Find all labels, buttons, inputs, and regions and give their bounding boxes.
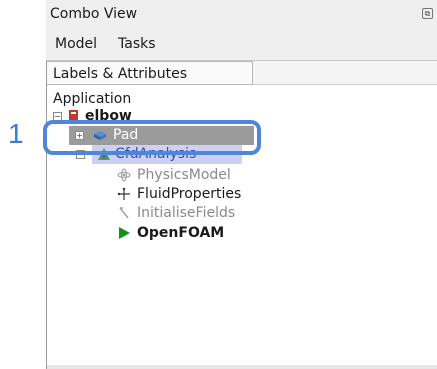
tab-tasks[interactable]: Tasks	[118, 36, 156, 52]
play-triangle-icon	[119, 227, 130, 239]
tree-bottom-edge	[47, 365, 437, 369]
tree-root-label: Application	[53, 91, 132, 107]
tree-item-label: OpenFOAM	[137, 225, 225, 241]
tab-bar: Model Tasks	[46, 28, 437, 59]
callout-number: 1	[8, 118, 24, 149]
initialise-fields-icon	[119, 207, 129, 219]
physics-atom-icon	[117, 168, 131, 182]
tree-item-label: FluidProperties	[137, 186, 242, 202]
combo-view-title: Combo View	[50, 6, 138, 22]
tree-item-label: PhysicsModel	[137, 167, 231, 183]
tree-item-openfoam[interactable]: OpenFOAM	[117, 224, 317, 243]
tree-view[interactable]: Labels & Attributes Application − elbow …	[46, 60, 437, 369]
tree-item-initialisefields[interactable]: InitialiseFields	[117, 204, 317, 223]
column-header-labels[interactable]: Labels & Attributes	[47, 61, 253, 85]
fluid-properties-icon	[117, 187, 130, 200]
callout-highlight-box	[43, 120, 261, 155]
combo-view-panel: Combo View ⧉ Model Tasks Labels & Attrib…	[46, 0, 437, 369]
column-header-empty	[253, 61, 437, 85]
tree-item-fluidproperties[interactable]: FluidProperties	[117, 185, 317, 204]
combo-view-titlebar: Combo View ⧉	[46, 0, 437, 28]
float-panel-icon[interactable]: ⧉	[422, 8, 433, 19]
tab-model[interactable]: Model	[55, 36, 97, 52]
tree-item-physicsmodel[interactable]: PhysicsModel	[117, 166, 317, 185]
tree-item-label: InitialiseFields	[137, 205, 236, 221]
